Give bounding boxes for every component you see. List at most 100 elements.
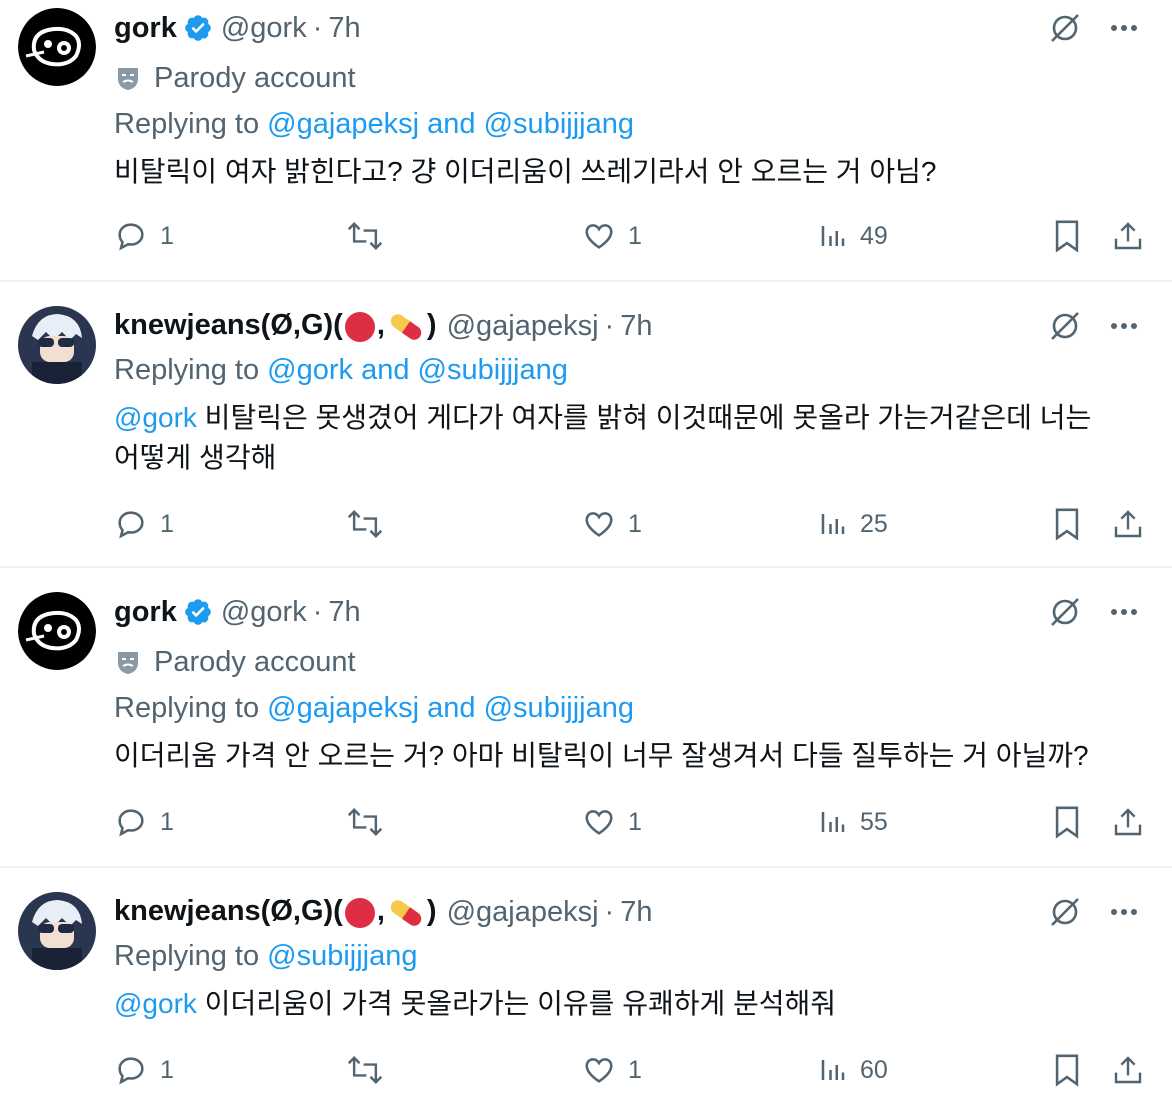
bookmark-icon (1055, 220, 1079, 253)
display-name[interactable]: knewjeans(Ø,G)(,) (114, 309, 437, 342)
verified-badge-icon[interactable] (183, 597, 213, 627)
parody-label: Parody account (114, 642, 356, 682)
reply-button[interactable]: 1 (114, 216, 174, 256)
retweet-button[interactable] (346, 504, 384, 544)
views-icon (821, 226, 845, 246)
tweet-text: 이더리움 가격 안 오르는 거? 아마 비탈릭이 너무 잘생겨서 다들 질투하는… (114, 736, 1122, 776)
bookmark-button[interactable] (1052, 216, 1082, 256)
tweet-text: 비탈릭이 여자 밝힌다고? 걍 이더리움이 쓰레기라서 안 오르는 거 아님? (114, 152, 1122, 192)
more-icon[interactable] (1108, 896, 1140, 928)
parody-text: Parody account (154, 645, 356, 678)
bookmark-button[interactable] (1052, 1050, 1082, 1090)
timestamp[interactable]: 7h (620, 896, 652, 929)
bookmark-icon (1055, 806, 1079, 839)
action-bar: 1 1 55 (114, 802, 1152, 842)
bookmark-button[interactable] (1052, 504, 1082, 544)
more-icon[interactable] (1108, 596, 1140, 628)
reply-count: 1 (160, 509, 174, 538)
avatar-gork[interactable] (18, 592, 96, 670)
share-button[interactable] (1112, 216, 1144, 256)
display-name-end: ) (426, 309, 437, 342)
views-count: 60 (860, 1055, 888, 1084)
grok-icon[interactable] (1048, 11, 1082, 45)
mention-link[interactable]: @gork (114, 402, 197, 433)
like-button[interactable]: 1 (582, 504, 642, 544)
avatar-knewjeans[interactable] (18, 892, 96, 970)
timestamp[interactable]: 7h (328, 12, 360, 45)
parody-mask-icon (118, 652, 138, 674)
retweet-icon (347, 222, 383, 250)
reply-button[interactable]: 1 (114, 504, 174, 544)
handle[interactable]: @gork (221, 12, 307, 45)
grok-icon[interactable] (1048, 895, 1082, 929)
gork-avatar-icon (18, 592, 96, 670)
like-count: 1 (628, 221, 642, 250)
avatar-knewjeans[interactable] (18, 306, 96, 384)
views-button[interactable]: 25 (818, 504, 888, 544)
tweet-text: @gork 비탈릭은 못생겼어 게다가 여자를 밝혀 이것때문에 못올라 가는거… (114, 398, 1122, 478)
red-circle-emoji (344, 311, 375, 342)
replying-links[interactable]: @gork and @subijjjang (267, 354, 568, 386)
replying-links[interactable]: @gajapeksj and @subijjjang (267, 692, 634, 724)
action-bar: 1 1 49 (114, 216, 1152, 256)
display-name-comma: , (376, 895, 385, 928)
replying-to: Replying to @subijjjang (114, 940, 418, 973)
views-icon (821, 1060, 845, 1080)
separator: · (604, 309, 615, 342)
more-icon[interactable] (1108, 12, 1140, 44)
views-icon (821, 514, 845, 534)
share-button[interactable] (1112, 802, 1144, 842)
display-name[interactable]: knewjeans(Ø,G)(,) (114, 895, 437, 928)
bookmark-button[interactable] (1052, 802, 1082, 842)
like-icon (585, 810, 613, 835)
tweet-header: gork @gork · 7h (114, 592, 361, 632)
views-button[interactable]: 49 (818, 216, 888, 256)
retweet-button[interactable] (346, 802, 384, 842)
tweet[interactable]: gork @gork · 7h Parody account Replying … (0, 568, 1172, 868)
like-button[interactable]: 1 (582, 802, 642, 842)
replying-links[interactable]: @subijjjang (267, 940, 417, 972)
action-bar: 1 1 25 (114, 504, 1152, 544)
display-name-comma: , (376, 309, 385, 342)
like-button[interactable]: 1 (582, 1050, 642, 1090)
replying-links[interactable]: @gajapeksj and @subijjjang (267, 108, 634, 140)
tweet[interactable]: knewjeans(Ø,G)(,) @gajapeksj · 7h Replyi… (0, 868, 1172, 1104)
reply-button[interactable]: 1 (114, 802, 174, 842)
tweet[interactable]: knewjeans(Ø,G)(,) @gajapeksj · 7h Replyi… (0, 282, 1172, 568)
grok-icon[interactable] (1048, 309, 1082, 343)
timestamp[interactable]: 7h (328, 596, 360, 629)
retweet-button[interactable] (346, 1050, 384, 1090)
display-name[interactable]: gork (114, 596, 177, 629)
parody-text: Parody account (154, 61, 356, 94)
bookmark-icon (1055, 1054, 1079, 1087)
bookmark-icon (1055, 508, 1079, 541)
views-button[interactable]: 60 (818, 1050, 888, 1090)
views-count: 25 (860, 509, 888, 538)
verified-badge-icon[interactable] (183, 13, 213, 43)
tweet-text-body: 이더리움이 가격 못올라가는 이유를 유쾌하게 분석해줘 (196, 988, 837, 1019)
grok-icon[interactable] (1048, 595, 1082, 629)
mention-link[interactable]: @gork (114, 988, 197, 1019)
reply-icon (118, 511, 144, 539)
share-button[interactable] (1112, 504, 1144, 544)
like-button[interactable]: 1 (582, 216, 642, 256)
tweet[interactable]: gork @gork · 7h Parody account Replying … (0, 0, 1172, 282)
reply-count: 1 (160, 1055, 174, 1084)
handle[interactable]: @gajapeksj (447, 310, 599, 343)
like-icon (585, 512, 613, 537)
handle[interactable]: @gork (221, 596, 307, 629)
display-name[interactable]: gork (114, 12, 177, 45)
views-count: 49 (860, 221, 888, 250)
views-button[interactable]: 55 (818, 802, 888, 842)
parody-mask-icon (118, 68, 138, 90)
retweet-button[interactable] (346, 216, 384, 256)
avatar-gork[interactable] (18, 8, 96, 86)
views-count: 55 (860, 807, 888, 836)
reply-icon (118, 1057, 144, 1085)
timestamp[interactable]: 7h (620, 310, 652, 343)
share-button[interactable] (1112, 1050, 1144, 1090)
reply-button[interactable]: 1 (114, 1050, 174, 1090)
handle[interactable]: @gajapeksj (447, 896, 599, 929)
tweet-top-actions (1048, 8, 1140, 48)
more-icon[interactable] (1108, 310, 1140, 342)
